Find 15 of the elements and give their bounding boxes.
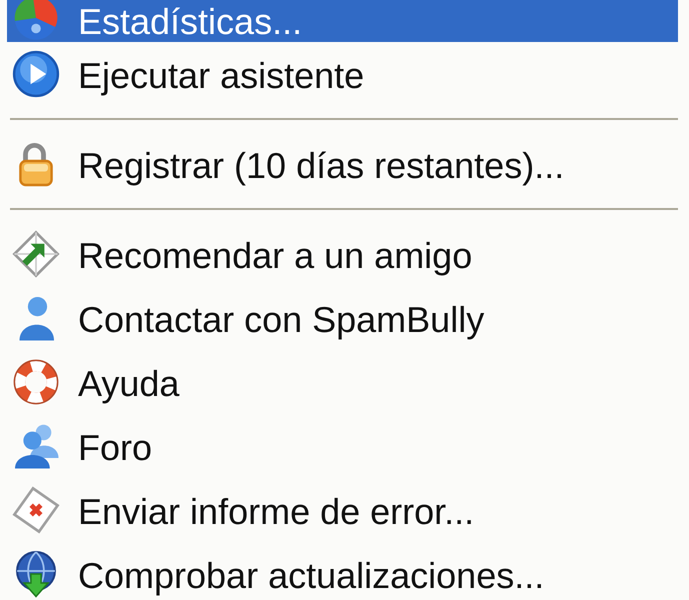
play-icon bbox=[12, 50, 60, 98]
menu-item[interactable]: Ayuda bbox=[7, 350, 678, 414]
pie-chart-icon bbox=[12, 0, 60, 42]
error-envelope-icon bbox=[12, 486, 60, 534]
menu-item[interactable]: Recomendar a un amigo bbox=[7, 222, 678, 286]
menu-item[interactable]: Registrar (10 días restantes)... bbox=[7, 132, 678, 196]
menu-item[interactable]: Estadísticas... bbox=[7, 0, 678, 42]
menu-item[interactable]: Enviar informe de error... bbox=[7, 478, 678, 542]
menu-item[interactable]: Foro bbox=[7, 414, 678, 478]
people-icon bbox=[12, 422, 60, 470]
envelope-arrow-icon bbox=[12, 230, 60, 278]
menu-item[interactable]: Ejecutar asistente bbox=[7, 42, 678, 106]
menu-item[interactable]: Contactar con SpamBully bbox=[7, 286, 678, 350]
lifebuoy-icon bbox=[12, 358, 60, 406]
menu-item[interactable]: Comprobar actualizaciones... bbox=[7, 542, 678, 600]
